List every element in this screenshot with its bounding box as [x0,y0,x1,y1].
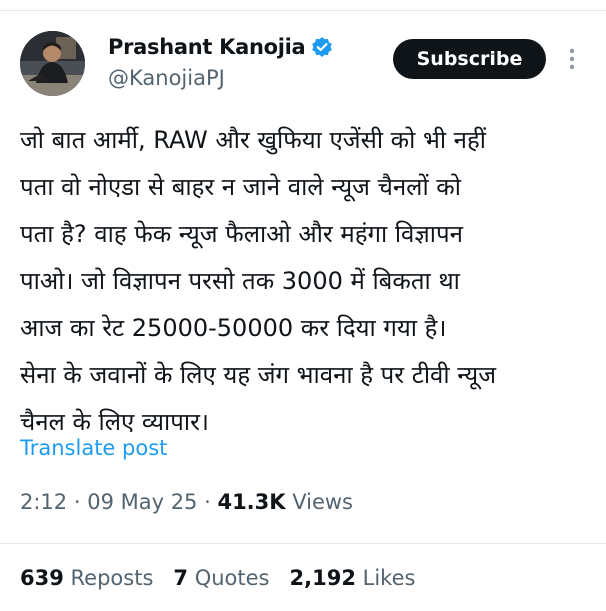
views-label: Views [285,490,353,514]
author-display-name[interactable]: Prashant Kanojia [108,35,306,59]
verified-badge-icon [311,36,333,58]
likes-count: 2,192 [289,566,356,590]
post-body-line: सेना के जवानों के लिए यह जंग भावना है पर… [20,361,497,389]
reposts-label: Reposts [70,566,154,590]
avatar[interactable] [20,31,85,96]
likes-stat[interactable]: 2,192 Likes [290,566,416,590]
likes-label: Likes [362,566,416,590]
post-body-line: आज का रेट 25000-50000 कर दिया गया है। [20,314,447,342]
quotes-stat[interactable]: 7 Quotes [173,566,269,590]
stats-divider [0,543,606,544]
views-count: 41.3K [217,490,286,514]
quotes-count: 7 [173,566,189,590]
post-meta: 2:12 · 09 May 25 · 41.3K Views [20,490,353,514]
post-body-line: पता वो नोएडा से बाहर न जाने वाले न्यूज च… [20,173,461,201]
author-name-row: Prashant Kanojia [108,35,333,59]
post-body: जो बात आर्मी, RAW और खुफिया एजेंसी को भी… [20,117,592,446]
meta-separator: · [197,490,218,514]
translate-post-link[interactable]: Translate post [20,436,167,460]
post-body-line: जो बात आर्मी, RAW और खुफिया एजेंसी को भी… [20,126,486,154]
post-date[interactable]: 09 May 25 [87,490,197,514]
engagement-stats: 639 Reposts 7 Quotes 2,192 Likes [20,566,415,590]
reposts-count: 639 [20,566,64,590]
more-vertical-icon[interactable] [564,46,580,72]
subscribe-button[interactable]: Subscribe [393,39,546,79]
reposts-stat[interactable]: 639 Reposts [20,566,153,590]
quotes-label: Quotes [194,566,270,590]
post-time[interactable]: 2:12 [20,490,67,514]
post-body-line: पाओ। जो विज्ञापन परसो तक 3000 में बिकता … [20,267,460,295]
top-divider [0,10,606,11]
meta-separator: · [67,490,88,514]
author-handle[interactable]: @KanojiaPJ [108,66,225,90]
post-body-line: पता है? वाह फेक न्यूज फैलाओ और महंगा विज… [20,220,463,248]
